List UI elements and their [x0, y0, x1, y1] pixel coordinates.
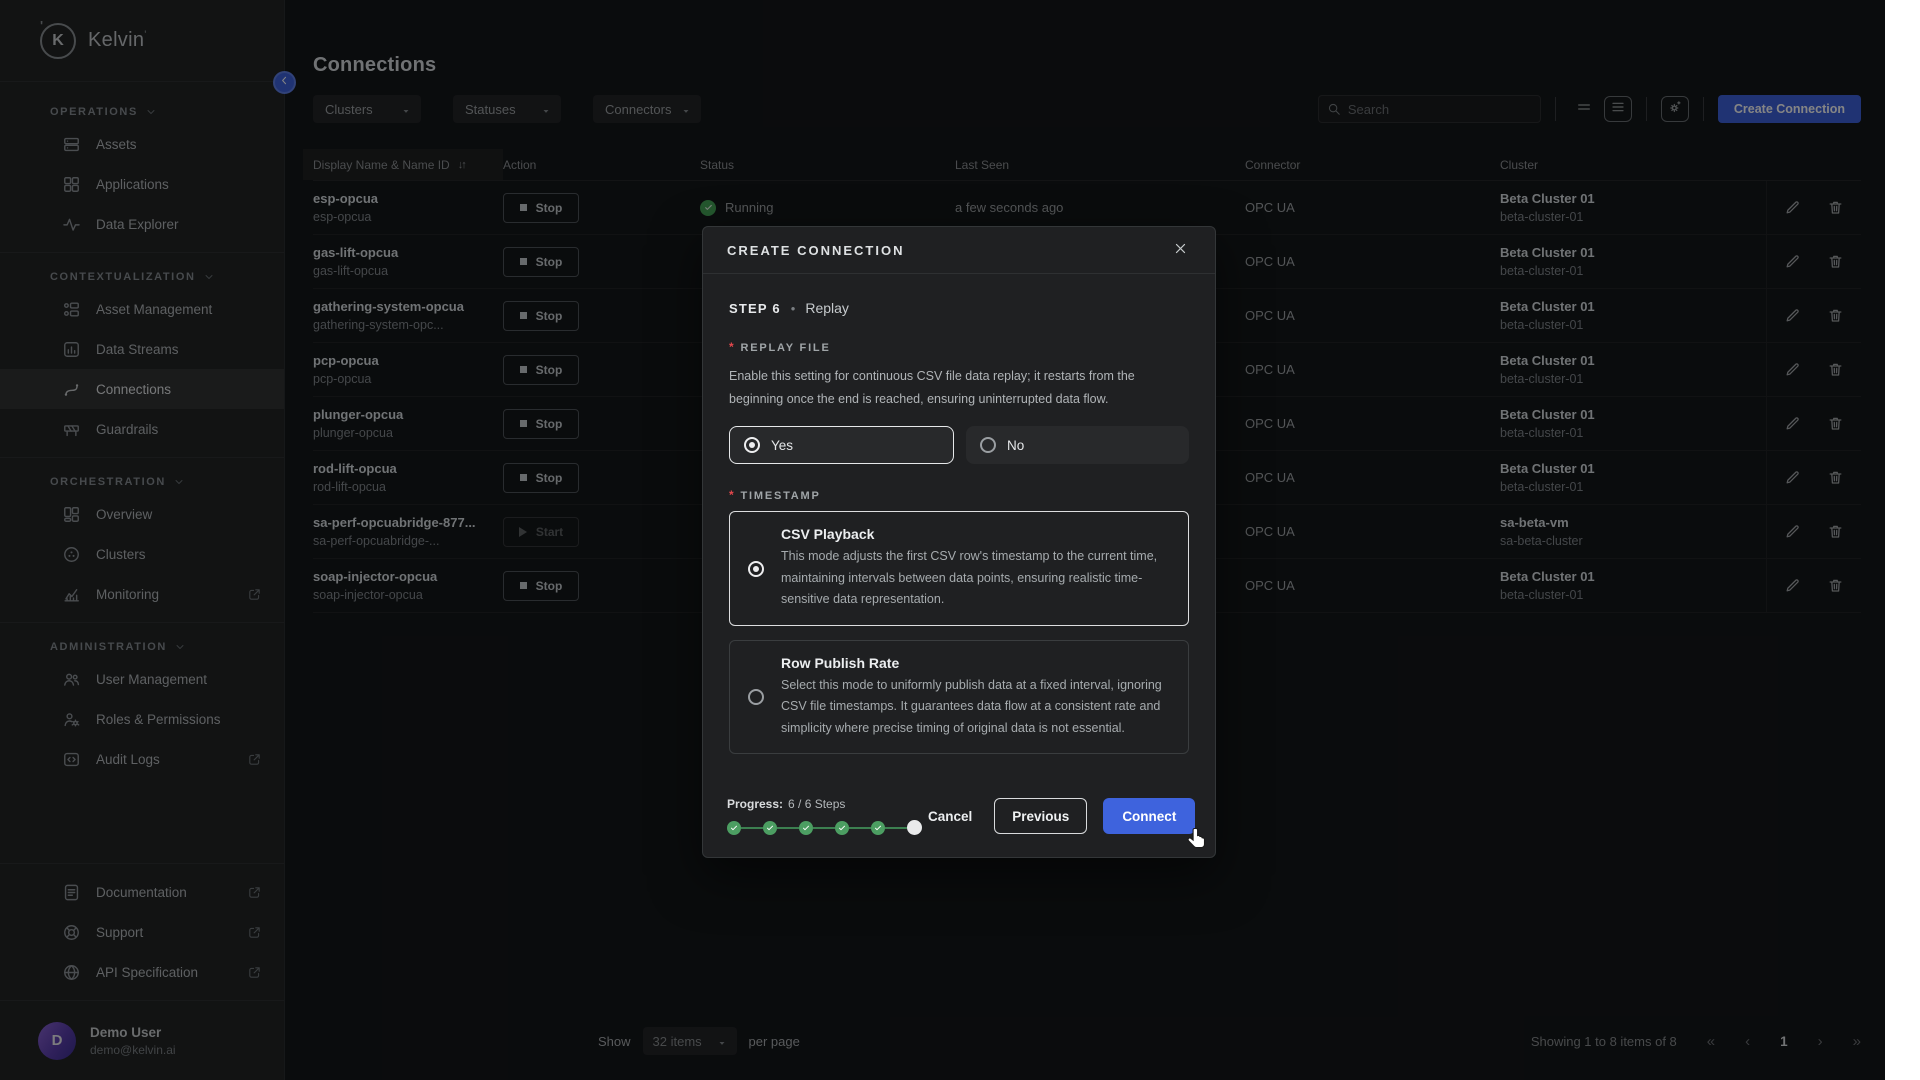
timestamp-label: * TIMESTAMP — [729, 490, 1189, 502]
modal-buttons: Cancel Previous Connect — [922, 798, 1195, 834]
step-bullet: • — [791, 301, 796, 316]
replay-file-description: Enable this setting for continuous CSV f… — [729, 365, 1181, 411]
timestamp-options: CSV Playback This mode adjusts the first… — [729, 511, 1189, 754]
modal-body: STEP 6 • Replay * REPLAY FILE Enable thi… — [703, 274, 1215, 783]
modal-title: CREATE CONNECTION — [727, 243, 904, 258]
create-connection-modal: CREATE CONNECTION STEP 6 • Replay * REPL… — [702, 226, 1216, 858]
step-connector — [777, 827, 799, 829]
previous-button[interactable]: Previous — [994, 798, 1087, 834]
close-icon[interactable] — [1173, 241, 1191, 259]
step-current-icon — [907, 820, 922, 835]
progress-text: Progress:6 / 6 Steps — [727, 797, 922, 811]
step-complete-icon — [871, 821, 885, 835]
modal-footer: Progress:6 / 6 Steps Cancel Previous Con… — [703, 783, 1215, 857]
required-marker: * — [729, 490, 735, 500]
radio-icon — [748, 561, 764, 577]
radio-icon — [748, 689, 764, 705]
timestamp-mode-row-publish-rate[interactable]: Row Publish Rate Select this mode to uni… — [729, 640, 1189, 755]
app-window: ' K Kelvin' OPERATIONS Assets Applicatio… — [0, 0, 1885, 1080]
step-indicator: STEP 6 • Replay — [729, 300, 1189, 316]
connect-button[interactable]: Connect — [1103, 798, 1195, 834]
step-connector — [849, 827, 871, 829]
radio-icon — [744, 437, 760, 453]
step-complete-icon — [835, 821, 849, 835]
step-complete-icon — [799, 821, 813, 835]
screen: ' K Kelvin' OPERATIONS Assets Applicatio… — [0, 0, 1920, 1080]
step-connector — [741, 827, 763, 829]
step-label: STEP 6 — [729, 301, 781, 316]
required-marker: * — [729, 342, 735, 352]
step-connector — [885, 827, 907, 829]
step-name: Replay — [805, 300, 849, 316]
step-connector — [813, 827, 835, 829]
replay-option-no[interactable]: No — [966, 426, 1189, 464]
progress-steps — [727, 820, 922, 835]
modal-header: CREATE CONNECTION — [703, 227, 1215, 274]
step-complete-icon — [763, 821, 777, 835]
cancel-button[interactable]: Cancel — [922, 809, 978, 824]
replay-file-label: * REPLAY FILE — [729, 342, 1189, 354]
radio-icon — [980, 437, 996, 453]
replay-option-yes[interactable]: Yes — [729, 426, 954, 464]
timestamp-mode-csv-playback[interactable]: CSV Playback This mode adjusts the first… — [729, 511, 1189, 626]
replay-file-options: Yes No — [729, 426, 1189, 464]
progress: Progress:6 / 6 Steps — [727, 797, 922, 835]
right-gutter — [1885, 0, 1920, 1080]
step-complete-icon — [727, 821, 741, 835]
